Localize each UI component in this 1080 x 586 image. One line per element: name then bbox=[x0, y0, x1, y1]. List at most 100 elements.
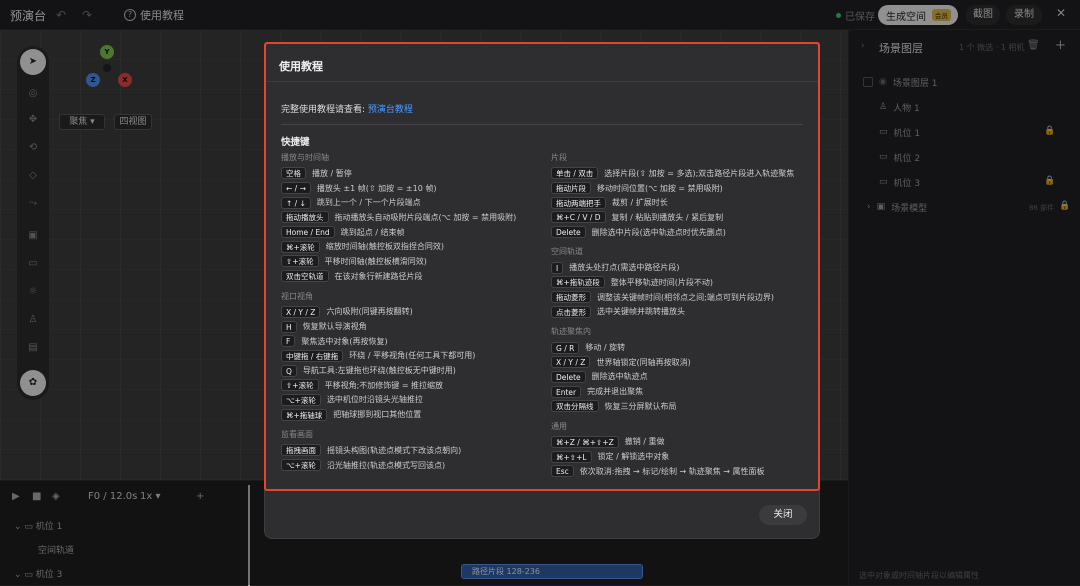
section-title: 通用 bbox=[551, 421, 567, 431]
section-title: 轨迹聚焦内 bbox=[551, 327, 591, 337]
shortcut-key: Enter bbox=[551, 385, 582, 398]
shortcut-key: 双击空轨道 bbox=[281, 270, 329, 283]
shortcut-key: ⌘+拖轴球 bbox=[281, 408, 328, 421]
shortcut-key: Delete bbox=[551, 370, 586, 383]
shortcut-key: ⌘+C / V / D bbox=[551, 211, 606, 224]
shortcut-key: Esc bbox=[551, 465, 574, 478]
shortcut-description: 锁定 / 解锁选中对象 bbox=[597, 452, 670, 462]
shortcut-key: ⌘+拖轨迹段 bbox=[551, 276, 605, 289]
shortcut-row: Delete 删除选中轨迹点 bbox=[551, 370, 813, 385]
section-title: 空间轨道 bbox=[551, 247, 583, 257]
section-title: 播放与时间轴 bbox=[281, 153, 329, 162]
shortcut-key: 拖动菱形 bbox=[551, 291, 591, 304]
shortcut-row: 双击分隔线 恢复三分屏默认布局 bbox=[551, 399, 813, 414]
shortcut-row: 拖动两端把手 裁剪 / 扩展时长 bbox=[551, 195, 813, 210]
shortcut-key: ↑ / ↓ bbox=[281, 196, 311, 209]
shortcut-description: 完成并退出聚焦 bbox=[587, 387, 644, 397]
shortcut-key: ⌥+滚轮 bbox=[281, 393, 321, 406]
shortcut-description: 裁剪 / 扩展时长 bbox=[612, 198, 668, 208]
close-button[interactable]: 关闭 bbox=[759, 505, 807, 525]
shortcut-row: H 恢复默认导演视角 bbox=[281, 319, 543, 334]
shortcut-row: ⇧+滚轮 平移时间轴(触控板横滑同效) bbox=[281, 254, 543, 269]
shortcut-description: 播放头处打点(需选中路径片段) bbox=[569, 263, 680, 273]
tutorial-link[interactable]: 预演台教程 bbox=[368, 105, 413, 115]
shortcut-description: 平移视角;不加修饰键 = 推拉缩放 bbox=[324, 380, 444, 390]
shortcut-row: ← / → 播放头 ±1 帧(⇧ 加按 = ±10 帧) bbox=[281, 181, 543, 196]
shortcut-description: 调整该关键帧时间(相邻点之间;端点可到片段边界) bbox=[597, 292, 774, 302]
shortcut-description: 删除选中片段(选中轨迹点时优先删点) bbox=[591, 227, 726, 237]
divider bbox=[281, 124, 803, 125]
shortcut-description: 播放头 ±1 帧(⇧ 加按 = ±10 帧) bbox=[316, 183, 437, 193]
shortcut-key: ← / → bbox=[281, 182, 311, 195]
shortcut-key: G / R bbox=[551, 341, 580, 354]
shortcut-description: 播放 / 暂停 bbox=[312, 168, 352, 178]
shortcut-description: 复制 / 粘贴到播放头 / 紧后复制 bbox=[611, 212, 724, 222]
shortcut-row: ↑ / ↓ 跳到上一个 / 下一个片段端点 bbox=[281, 195, 543, 210]
shortcut-row: 拖动播放头 拖动播放头自动吸附片段端点(⌥ 加按 = 禁用吸附) bbox=[281, 210, 543, 225]
shortcut-key: Q bbox=[281, 364, 297, 377]
shortcut-row: 点击菱形 选中关键帧并跳转播放头 bbox=[551, 305, 813, 320]
shortcut-key: 中键拖 / 右键拖 bbox=[281, 349, 344, 362]
shortcut-description: 拖动播放头自动吸附片段端点(⌥ 加按 = 禁用吸附) bbox=[334, 212, 517, 222]
shortcut-row: ⌘+拖轨迹段 整体平移轨迹时间(片段不动) bbox=[551, 275, 813, 290]
section-title: 片段 bbox=[551, 153, 567, 162]
shortcut-row: ⌥+滚轮 选中机位时沿镜头光轴推拉 bbox=[281, 393, 543, 408]
shortcut-row: X / Y / Z 六向吸附(同键再按翻转) bbox=[281, 305, 543, 320]
shortcut-key: H bbox=[281, 320, 297, 333]
shortcut-description: 摇镜头构图(轨迹点模式下改该点朝向) bbox=[327, 445, 462, 455]
shortcut-description: 选中关键帧并跳转播放头 bbox=[597, 307, 685, 317]
section-title: 监看画面 bbox=[281, 430, 313, 439]
shortcuts-column-left: 播放与时间轴 空格 播放 / 暂停 ← / → 播放头 ±1 帧(⇧ 加按 = ±10 … bbox=[281, 150, 543, 472]
shortcut-row: ⌥+滚轮 沿光轴推拉(轨迹点模式写回该点) bbox=[281, 458, 543, 473]
shortcut-description: 环绕 / 平移视角(任何工具下都可用) bbox=[349, 351, 476, 361]
shortcut-description: 平移时间轴(触控板横滑同效) bbox=[324, 256, 427, 266]
shortcut-description: 把轴球挪到视口其他位置 bbox=[333, 410, 422, 420]
shortcut-description: 恢复默认导演视角 bbox=[302, 322, 367, 332]
shortcut-key: ⌘+滚轮 bbox=[281, 240, 320, 253]
shortcut-row: Delete 删除选中片段(选中轨迹点时优先删点) bbox=[551, 225, 813, 240]
shortcut-description: 选中机位时沿镜头光轴推拉 bbox=[326, 395, 423, 405]
shortcut-key: Delete bbox=[551, 226, 586, 239]
shortcut-key: ⌘+⇧+L bbox=[551, 450, 592, 463]
divider bbox=[265, 81, 819, 82]
shortcut-description: 选择片段(⇧ 加按 = 多选);双击路径片段进入轨迹聚焦 bbox=[604, 168, 795, 178]
intro-line: 完整使用教程请查看: 预演台教程 bbox=[281, 105, 413, 115]
shortcut-key: 点击菱形 bbox=[551, 305, 591, 318]
shortcut-row: 拖动片段 移动时间位置(⌥ 加按 = 禁用吸附) bbox=[551, 181, 813, 196]
shortcut-row: Esc 依次取消:拖拽 → 标记/绘制 → 轨迹聚焦 → 属性面板 bbox=[551, 464, 813, 479]
shortcut-row: 拖动菱形 调整该关键帧时间(相邻点之间;端点可到片段边界) bbox=[551, 290, 813, 305]
tutorial-dialog: 使用教程 完整使用教程请查看: 预演台教程 快捷键 播放与时间轴 空格 播放 / 暂… bbox=[264, 42, 820, 539]
shortcut-row: Enter 完成并退出聚焦 bbox=[551, 384, 813, 399]
shortcut-row: 拖拽画面 摇镜头构图(轨迹点模式下改该点朝向) bbox=[281, 443, 543, 458]
shortcut-key: F bbox=[281, 335, 296, 348]
shortcut-key: ⇧+滚轮 bbox=[281, 255, 319, 268]
shortcut-description: 移动 / 旋转 bbox=[585, 343, 626, 353]
shortcut-row: ⇧+滚轮 平移视角;不加修饰键 = 推拉缩放 bbox=[281, 378, 543, 393]
shortcut-row: Q 导航工具:左键拖也环绕(触控板无中键时用) bbox=[281, 363, 543, 378]
shortcut-key: ⌘+Z / ⌘+⇧+Z bbox=[551, 435, 619, 448]
shortcut-row: I 播放头处打点(需选中路径片段) bbox=[551, 260, 813, 275]
shortcut-row: 单击 / 双击 选择片段(⇧ 加按 = 多选);双击路径片段进入轨迹聚焦 bbox=[551, 166, 813, 181]
shortcut-description: 移动时间位置(⌥ 加按 = 禁用吸附) bbox=[597, 183, 723, 193]
shortcut-row: G / R 移动 / 旋转 bbox=[551, 340, 813, 355]
shortcut-description: 跳到上一个 / 下一个片段端点 bbox=[316, 198, 421, 208]
shortcut-row: X / Y / Z 世界轴锁定(同轴再按取消) bbox=[551, 355, 813, 370]
shortcut-description: 恢复三分屏默认布局 bbox=[604, 401, 677, 411]
shortcut-key: 双击分隔线 bbox=[551, 400, 599, 413]
shortcut-description: 在该对象行新建路径片段 bbox=[334, 271, 423, 281]
shortcut-description: 聚焦选中对象(再按恢复) bbox=[301, 336, 388, 346]
shortcut-description: 依次取消:拖拽 → 标记/绘制 → 轨迹聚焦 → 属性面板 bbox=[579, 466, 765, 476]
shortcut-row: ⌘+Z / ⌘+⇧+Z 撤销 / 重做 bbox=[551, 435, 813, 450]
shortcut-key: ⌥+滚轮 bbox=[281, 459, 321, 472]
shortcut-key: ⇧+滚轮 bbox=[281, 379, 319, 392]
shortcut-row: ⌘+⇧+L 锁定 / 解锁选中对象 bbox=[551, 449, 813, 464]
shortcut-description: 沿光轴推拉(轨迹点模式写回该点) bbox=[326, 460, 446, 470]
shortcut-row: Home / End 跳到起点 / 结束帧 bbox=[281, 225, 543, 240]
shortcuts-title: 快捷键 bbox=[281, 137, 310, 148]
shortcut-description: 导航工具:左键拖也环绕(触控板无中键时用) bbox=[302, 366, 456, 376]
shortcut-row: ⌘+拖轴球 把轴球挪到视口其他位置 bbox=[281, 407, 543, 422]
shortcut-description: 撤销 / 重做 bbox=[624, 437, 665, 447]
shortcut-row: ⌘+滚轮 缩放时间轴(触控板双指捏合同效) bbox=[281, 239, 543, 254]
shortcut-description: 六向吸附(同键再按翻转) bbox=[326, 307, 413, 317]
dialog-title: 使用教程 bbox=[279, 60, 323, 73]
